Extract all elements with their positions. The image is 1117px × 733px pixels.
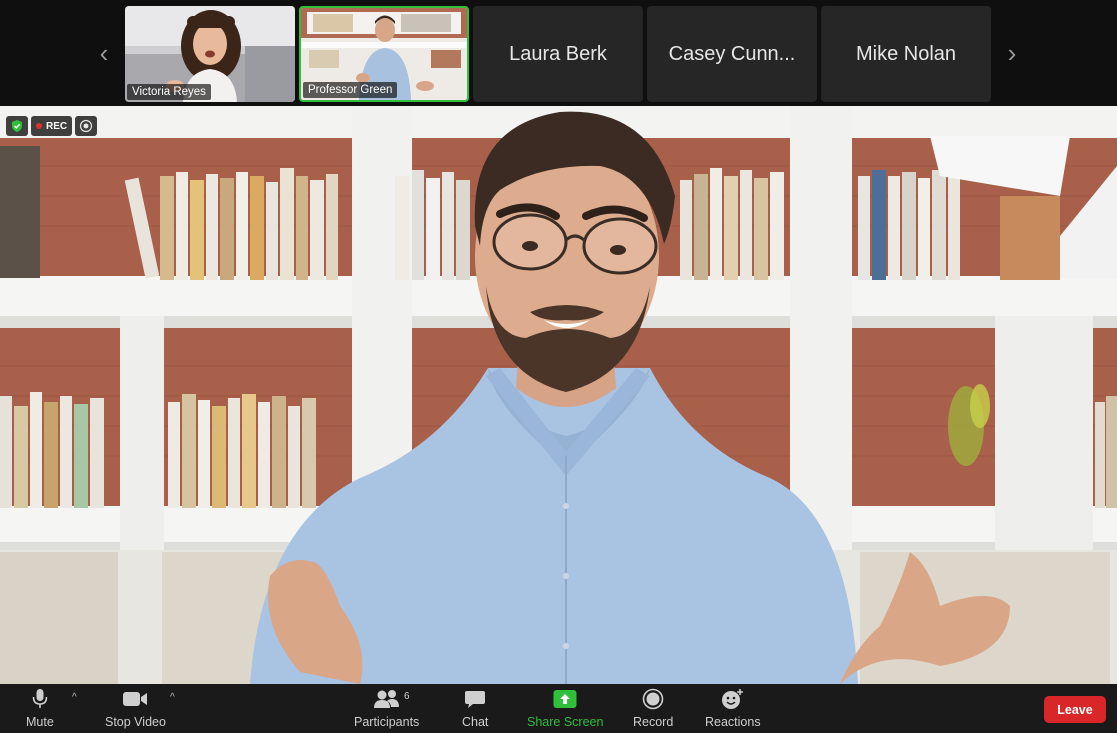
participants-count: 6	[404, 691, 410, 702]
main-speaker-video	[0, 106, 1117, 684]
stop-video-label: Stop Video	[105, 715, 166, 729]
mute-button[interactable]: Mute	[26, 688, 54, 729]
participant-name: Laura Berk	[509, 42, 607, 65]
share-screen-label: Share Screen	[527, 715, 604, 729]
record-label: Record	[633, 715, 674, 729]
participant-name: Casey Cunn...	[668, 42, 796, 65]
reactions-button[interactable]: Reactions	[705, 688, 761, 729]
record-icon	[642, 688, 664, 710]
gallery-strip: ‹ Victoria Reyes Professor Green Laura B…	[0, 0, 1117, 106]
participant-tile-casey[interactable]: Casey Cunn...	[647, 6, 817, 102]
speaker-video-frame	[0, 106, 1117, 684]
participants-label: Participants	[354, 715, 420, 729]
meeting-toolbar: Mute ^ Stop Video ^ Participants 6 Chat …	[0, 684, 1117, 733]
meeting-status-indicators: REC	[6, 116, 98, 136]
stop-video-button[interactable]: Stop Video	[105, 688, 166, 729]
video-camera-icon	[122, 688, 148, 710]
mute-label: Mute	[26, 715, 54, 729]
participant-tile-laura-berk[interactable]: Laura Berk	[473, 6, 643, 102]
video-options-chevron-up-icon[interactable]: ^	[170, 692, 175, 703]
chevron-left-icon[interactable]: ‹	[92, 36, 116, 70]
rec-label: REC	[46, 120, 68, 132]
participant-tile-mike-nolan[interactable]: Mike Nolan	[821, 6, 991, 102]
audio-options-chevron-up-icon[interactable]: ^	[72, 692, 77, 703]
record-button[interactable]: Record	[633, 688, 673, 729]
chevron-right-icon[interactable]: ›	[1000, 36, 1024, 70]
recording-indicator[interactable]: REC	[31, 116, 73, 136]
smiley-plus-icon	[721, 688, 745, 710]
chat-bubble-icon	[464, 688, 486, 710]
chat-button[interactable]: Chat	[462, 688, 488, 729]
shield-check-icon[interactable]	[6, 116, 28, 136]
leave-button[interactable]: Leave	[1044, 696, 1106, 723]
participant-name: Victoria Reyes	[127, 84, 211, 100]
participant-tile-victoria[interactable]: Victoria Reyes	[125, 6, 295, 102]
share-screen-button[interactable]: Share Screen	[527, 688, 603, 729]
participant-name: Professor Green	[303, 82, 398, 98]
participant-name: Mike Nolan	[855, 42, 957, 65]
microphone-icon	[31, 688, 49, 710]
participants-icon	[373, 688, 401, 710]
record-dot-icon	[36, 123, 42, 129]
participant-tile-professor-green[interactable]: Professor Green	[299, 6, 469, 102]
chat-label: Chat	[462, 715, 489, 729]
share-screen-icon	[553, 688, 577, 710]
broadcast-icon[interactable]	[75, 116, 98, 136]
reactions-label: Reactions	[705, 715, 761, 729]
